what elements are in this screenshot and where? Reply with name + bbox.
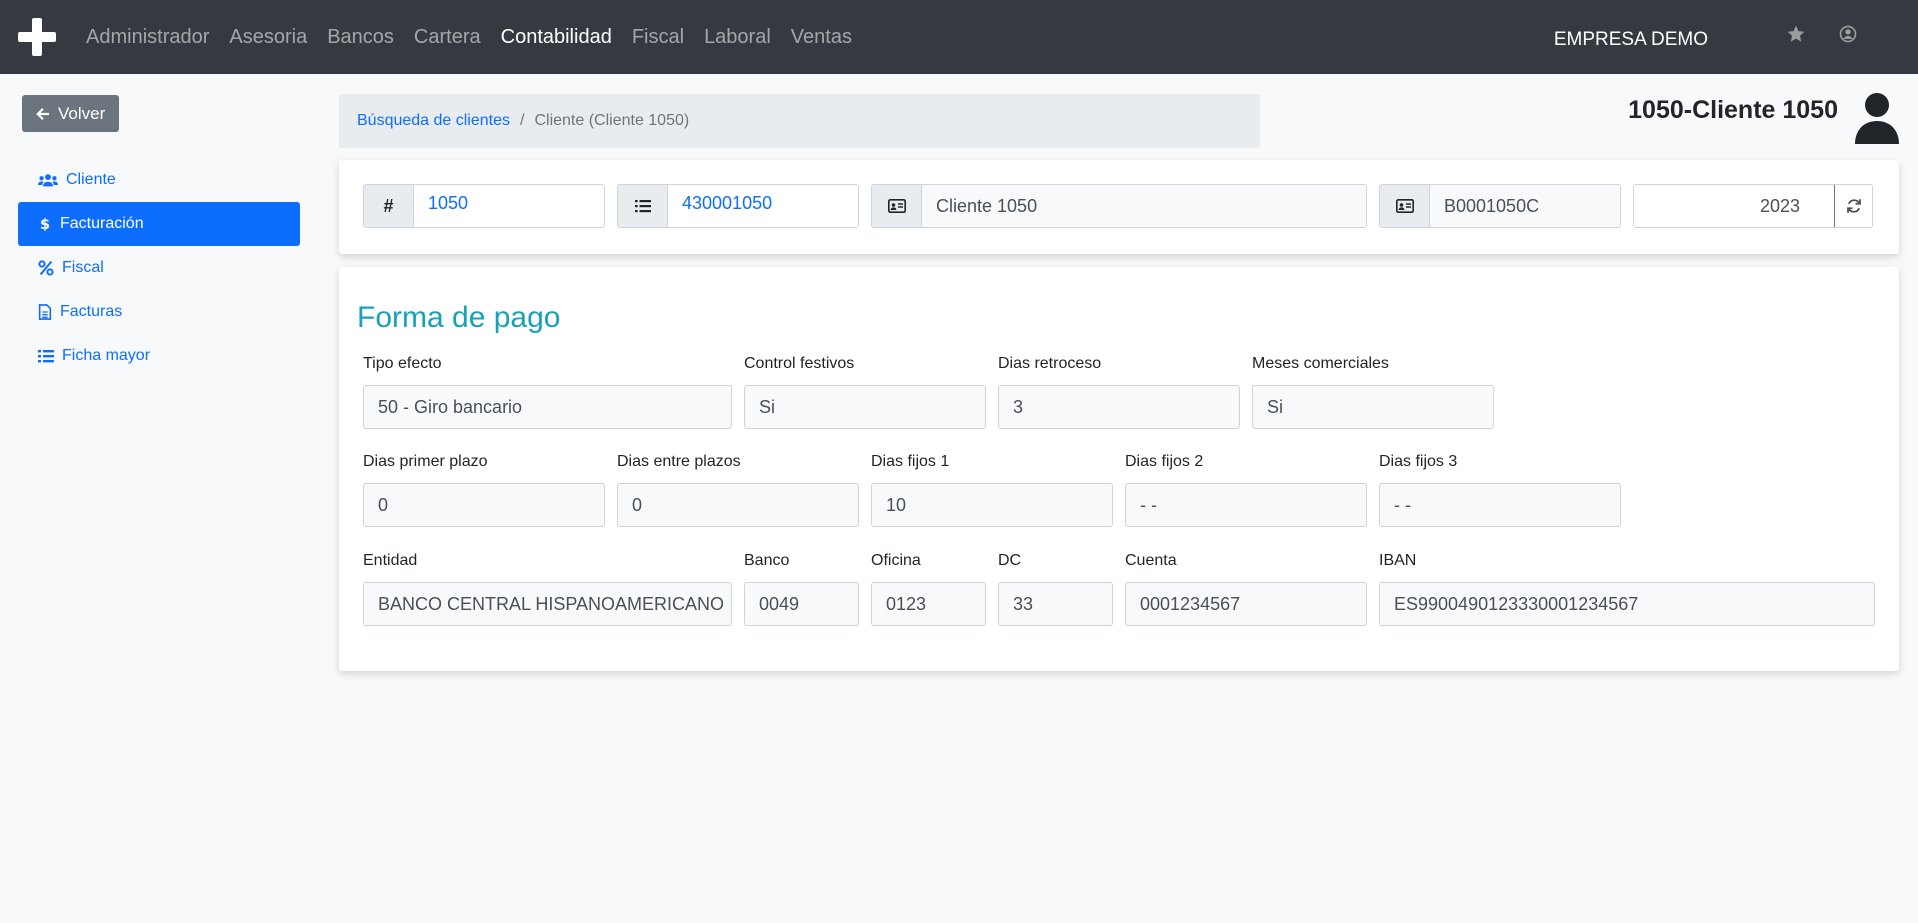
client-name-field[interactable]: Cliente 1050 xyxy=(922,185,1366,227)
sidebar-item-label: Facturación xyxy=(60,215,144,232)
dc-field[interactable]: 33 xyxy=(998,582,1113,626)
meses-comerciales-field[interactable]: Si xyxy=(1252,385,1494,429)
dias-primer-plazo-label: Dias primer plazo xyxy=(363,453,488,470)
user-circle-icon[interactable] xyxy=(1838,24,1858,44)
cuenta-label: Cuenta xyxy=(1125,552,1177,569)
client-name-group: Cliente 1050 xyxy=(871,184,1367,228)
dias-entre-plazos-label: Dias entre plazos xyxy=(617,453,741,470)
sidebar-item-ficha-mayor[interactable]: Ficha mayor xyxy=(18,334,300,378)
dias-fijos-2-label: Dias fijos 2 xyxy=(1125,453,1204,470)
percent-icon xyxy=(38,260,54,276)
banco-field[interactable]: 0049 xyxy=(744,582,859,626)
svg-text:$: $ xyxy=(40,217,50,232)
payment-method-card: Forma de pago Tipo efecto 50 - Giro banc… xyxy=(339,267,1899,671)
back-button-label: Volver xyxy=(58,103,106,123)
dollar-icon: $ xyxy=(40,217,50,232)
arrow-left-icon xyxy=(36,107,49,120)
nav-fiscal[interactable]: Fiscal xyxy=(622,26,694,49)
client-nif-field[interactable]: B0001050C xyxy=(1430,185,1620,227)
oficina-label: Oficina xyxy=(871,552,921,569)
sidebar-item-label: Fiscal xyxy=(62,259,104,276)
oficina-field[interactable]: 0123 xyxy=(871,582,986,626)
nav-laboral[interactable]: Laboral xyxy=(694,26,781,49)
client-code-group: # 1050 xyxy=(363,184,605,228)
id-card-icon xyxy=(872,185,922,227)
dias-fijos-2-field[interactable]: - - xyxy=(1125,483,1367,527)
tipo-efecto-field[interactable]: 50 - Giro bancario xyxy=(363,385,732,429)
client-account-group: 430001050 xyxy=(617,184,859,228)
page-title: 1050-Cliente 1050 xyxy=(1628,96,1838,124)
sidebar-item-label: Ficha mayor xyxy=(62,347,151,364)
plus-icon[interactable] xyxy=(18,18,56,56)
iban-field[interactable]: ES9900490123330001234567 xyxy=(1379,582,1875,626)
sidebar-item-label: Facturas xyxy=(60,303,123,320)
year-field[interactable]: 2023 xyxy=(1634,185,1834,227)
banco-label: Banco xyxy=(744,552,790,569)
dias-entre-plazos-field[interactable]: 0 xyxy=(617,483,859,527)
client-header-card: # 1050 430001050 Cliente 1050 B0001050C … xyxy=(339,160,1899,254)
users-icon xyxy=(38,174,58,187)
nav-ventas[interactable]: Ventas xyxy=(781,26,862,49)
dias-fijos-3-field[interactable]: - - xyxy=(1379,483,1621,527)
tipo-efecto-label: Tipo efecto xyxy=(363,355,442,372)
control-festivos-label: Control festivos xyxy=(744,355,855,372)
dias-fijos-1-field[interactable]: 10 xyxy=(871,483,1113,527)
nav-contabilidad[interactable]: Contabilidad xyxy=(491,26,622,49)
refresh-icon[interactable] xyxy=(1834,185,1872,227)
client-nif-group: B0001050C xyxy=(1379,184,1621,228)
sidebar-item-facturacion[interactable]: $ Facturación xyxy=(18,202,300,246)
meses-comerciales-label: Meses comerciales xyxy=(1252,355,1389,372)
entidad-field[interactable]: BANCO CENTRAL HISPANOAMERICANO xyxy=(363,582,732,626)
dias-primer-plazo-field[interactable]: 0 xyxy=(363,483,605,527)
client-code-link[interactable]: 1050 xyxy=(414,185,604,227)
list-icon xyxy=(38,350,54,363)
hash-icon: # xyxy=(364,185,414,227)
dias-fijos-3-label: Dias fijos 3 xyxy=(1379,453,1458,470)
dc-label: DC xyxy=(998,552,1022,569)
entidad-label: Entidad xyxy=(363,552,418,569)
top-navbar: Administrador Asesoria Bancos Cartera Co… xyxy=(0,0,1918,74)
sidebar-item-facturas[interactable]: Facturas xyxy=(18,290,300,334)
sidebar-item-label: Cliente xyxy=(66,171,116,188)
section-title: Forma de pago xyxy=(357,301,561,334)
dias-retroceso-field[interactable]: 3 xyxy=(998,385,1240,429)
list-icon xyxy=(618,185,668,227)
nav-cartera[interactable]: Cartera xyxy=(404,26,491,49)
iban-label: IBAN xyxy=(1379,552,1417,569)
sidebar-item-cliente[interactable]: Cliente xyxy=(18,158,300,202)
breadcrumb-current: Cliente (Cliente 1050) xyxy=(534,112,690,129)
dias-fijos-1-label: Dias fijos 1 xyxy=(871,453,950,470)
company-name[interactable]: EMPRESA DEMO xyxy=(1554,0,1708,74)
sidebar-menu: Cliente $ Facturación Fiscal Facturas Fi… xyxy=(18,158,300,378)
year-group: 2023 xyxy=(1633,184,1873,228)
breadcrumb-link-busqueda[interactable]: Búsqueda de clientes xyxy=(357,112,510,130)
cuenta-field[interactable]: 0001234567 xyxy=(1125,582,1367,626)
client-account-link[interactable]: 430001050 xyxy=(668,185,858,227)
back-button[interactable]: Volver xyxy=(22,95,119,132)
nav-administrador[interactable]: Administrador xyxy=(76,26,219,49)
file-icon xyxy=(38,304,52,320)
breadcrumb-separator: / xyxy=(520,112,525,129)
breadcrumb: Búsqueda de clientes / Cliente (Cliente … xyxy=(339,94,1260,148)
dias-retroceso-label: Dias retroceso xyxy=(998,355,1102,372)
sidebar-item-fiscal[interactable]: Fiscal xyxy=(18,246,300,290)
control-festivos-field[interactable]: Si xyxy=(744,385,986,429)
user-avatar-icon xyxy=(1855,93,1899,144)
main-menu: Administrador Asesoria Bancos Cartera Co… xyxy=(76,0,862,74)
star-icon[interactable] xyxy=(1786,24,1806,44)
nav-asesoria[interactable]: Asesoria xyxy=(219,26,317,49)
id-card-icon xyxy=(1380,185,1430,227)
nav-bancos[interactable]: Bancos xyxy=(317,26,404,49)
